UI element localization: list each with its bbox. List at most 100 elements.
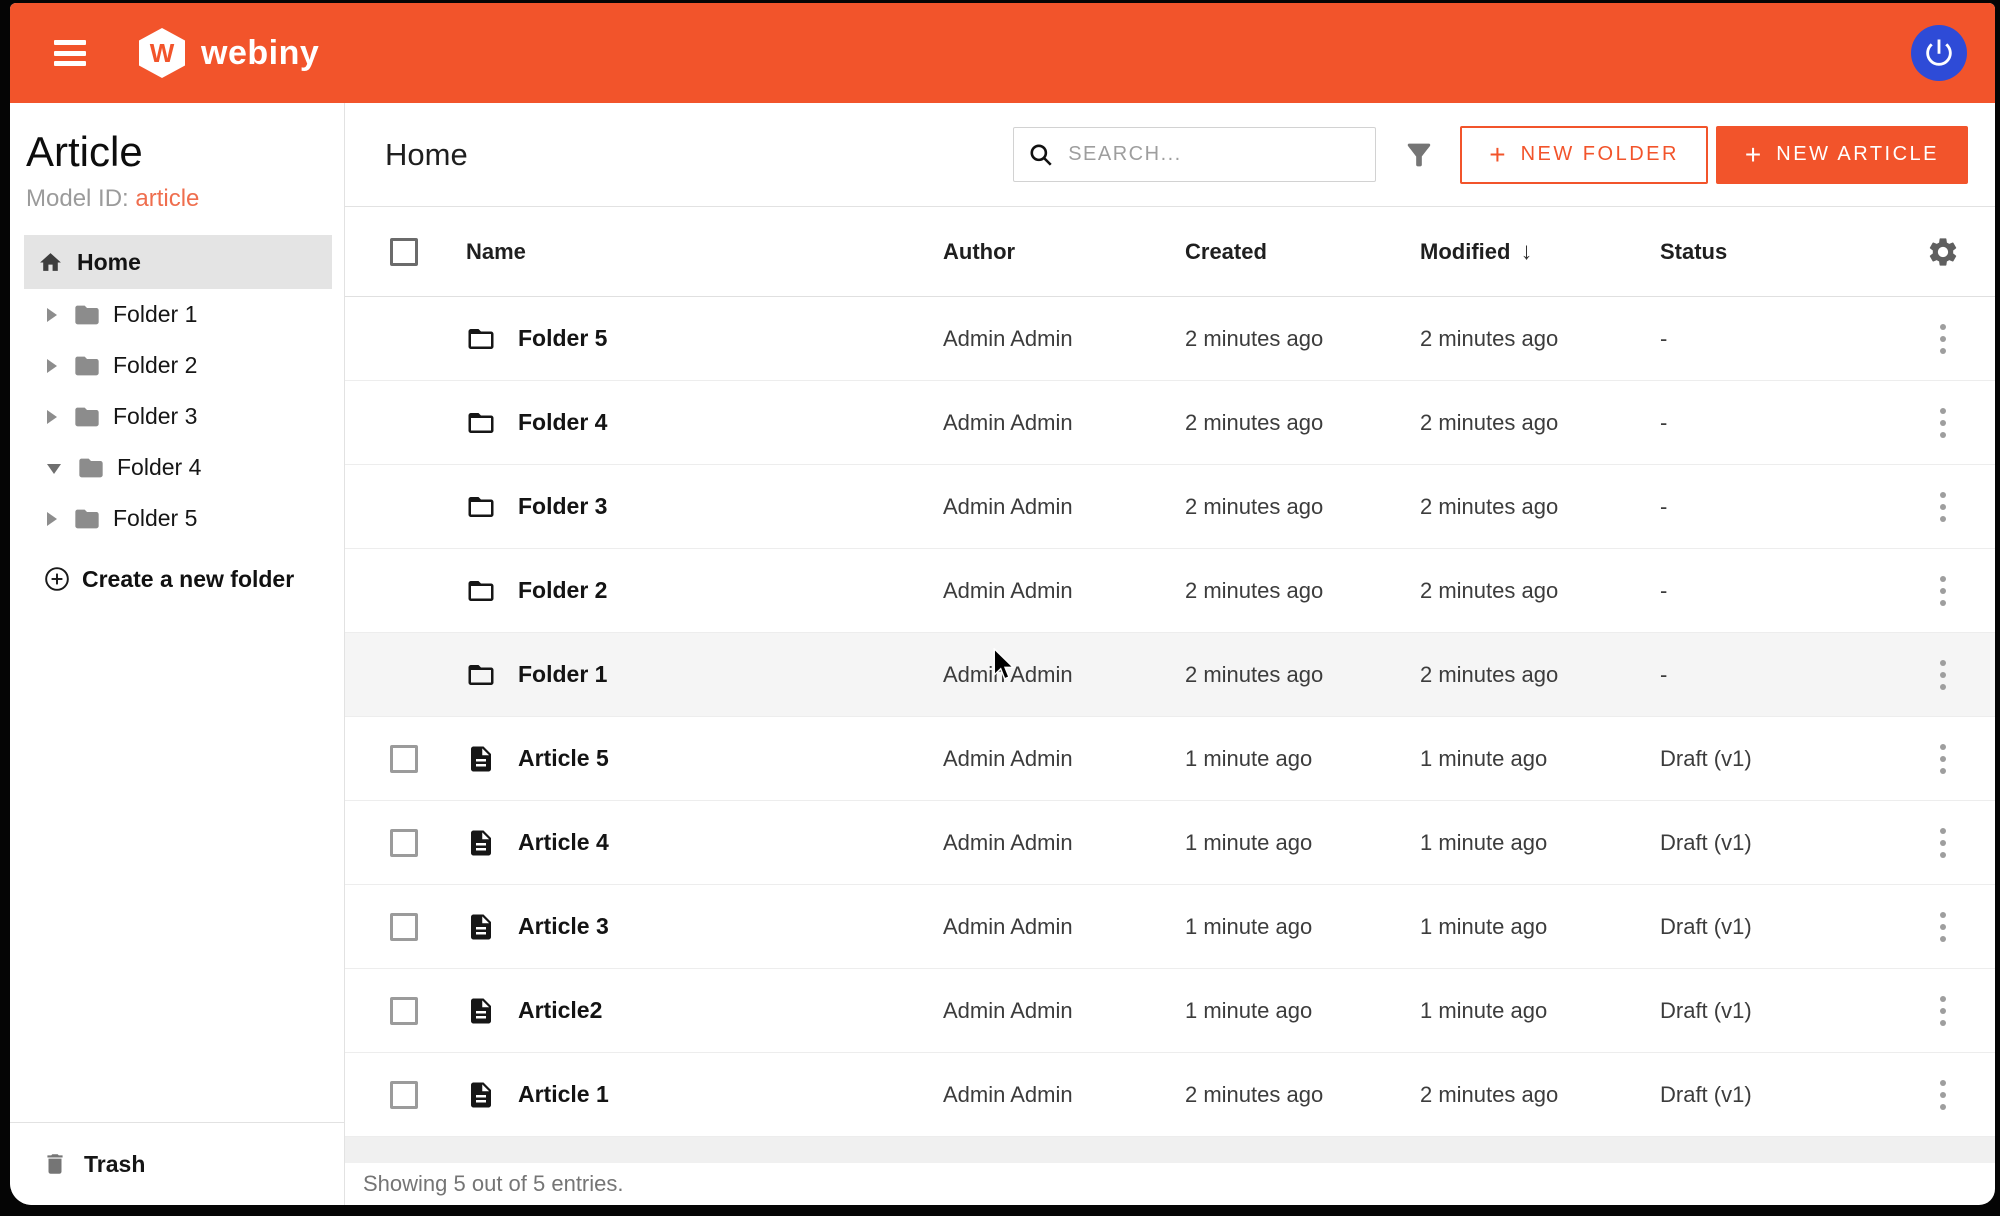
- webiny-logo: W webiny: [139, 28, 319, 78]
- document-icon: [466, 828, 496, 858]
- filter-button[interactable]: [1402, 138, 1436, 172]
- row-actions-button[interactable]: [1934, 738, 1952, 780]
- trash-button[interactable]: Trash: [10, 1122, 344, 1205]
- row-modified: 2 minutes ago: [1420, 494, 1660, 520]
- row-checkbox[interactable]: [390, 1081, 418, 1109]
- row-checkbox[interactable]: [390, 997, 418, 1025]
- plus-icon: +: [1489, 139, 1505, 171]
- row-checkbox[interactable]: [390, 913, 418, 941]
- chevron-right-icon[interactable]: [47, 512, 57, 526]
- row-modified: 2 minutes ago: [1420, 662, 1660, 688]
- folder-icon: [73, 352, 101, 380]
- row-modified: 1 minute ago: [1420, 998, 1660, 1024]
- chevron-right-icon[interactable]: [47, 308, 57, 322]
- row-name: Folder 5: [518, 325, 607, 352]
- column-header-created[interactable]: Created: [1185, 239, 1420, 265]
- table-row-folder-1[interactable]: Folder 5Admin Admin2 minutes ago2 minute…: [345, 297, 1995, 381]
- row-name: Folder 2: [518, 577, 607, 604]
- sidebar-item-folder-3[interactable]: Folder 3: [10, 391, 344, 442]
- row-created: 2 minutes ago: [1185, 494, 1420, 520]
- kebab-menu-icon: [1934, 1074, 1952, 1116]
- webiny-hexagon-icon: W: [139, 28, 185, 78]
- folder-icon: [73, 403, 101, 431]
- sidebar-item-label: Folder 4: [117, 454, 201, 481]
- select-all-checkbox[interactable]: [390, 238, 418, 266]
- hamburger-menu-icon[interactable]: [54, 40, 86, 66]
- kebab-menu-icon: [1934, 318, 1952, 360]
- row-modified: 1 minute ago: [1420, 830, 1660, 856]
- table-row-folder-5[interactable]: Folder 1Admin Admin2 minutes ago2 minute…: [345, 633, 1995, 717]
- search-input[interactable]: [1068, 143, 1361, 166]
- row-created: 2 minutes ago: [1185, 410, 1420, 436]
- row-actions-button[interactable]: [1934, 570, 1952, 612]
- page-title: Home: [385, 137, 468, 173]
- row-actions-button[interactable]: [1934, 1074, 1952, 1116]
- user-avatar[interactable]: [1911, 25, 1967, 81]
- row-author: Admin Admin: [943, 662, 1185, 688]
- row-author: Admin Admin: [943, 410, 1185, 436]
- kebab-menu-icon: [1934, 402, 1952, 444]
- table-row-article-7[interactable]: Article 4Admin Admin1 minute ago1 minute…: [345, 801, 1995, 885]
- row-name: Article2: [518, 997, 602, 1024]
- row-actions-button[interactable]: [1934, 402, 1952, 444]
- row-author: Admin Admin: [943, 998, 1185, 1024]
- footer-strip: [345, 1137, 1995, 1163]
- table-row-article-10[interactable]: Article 1Admin Admin2 minutes ago2 minut…: [345, 1053, 1995, 1137]
- model-id-value: article: [135, 185, 199, 212]
- row-actions-button[interactable]: [1934, 486, 1952, 528]
- document-icon: [466, 744, 496, 774]
- sidebar-item-folder-5[interactable]: Folder 5: [10, 493, 344, 544]
- row-actions-button[interactable]: [1934, 318, 1952, 360]
- column-header-modified[interactable]: Modified ↓: [1420, 238, 1660, 266]
- row-created: 2 minutes ago: [1185, 662, 1420, 688]
- logo-letter: W: [139, 28, 185, 78]
- row-checkbox[interactable]: [390, 829, 418, 857]
- kebab-menu-icon: [1934, 654, 1952, 696]
- table-row-folder-2[interactable]: Folder 4Admin Admin2 minutes ago2 minute…: [345, 381, 1995, 465]
- row-author: Admin Admin: [943, 830, 1185, 856]
- row-actions-button[interactable]: [1934, 906, 1952, 948]
- row-status: -: [1660, 410, 1910, 436]
- table-settings-button[interactable]: [1926, 235, 1960, 269]
- row-checkbox[interactable]: [390, 745, 418, 773]
- kebab-menu-icon: [1934, 906, 1952, 948]
- sidebar-item-home[interactable]: Home: [24, 235, 332, 289]
- trash-icon: [42, 1151, 68, 1177]
- power-icon: [1922, 36, 1956, 70]
- table-row-article-9[interactable]: Article2Admin Admin1 minute ago1 minute …: [345, 969, 1995, 1053]
- table-row-folder-3[interactable]: Folder 3Admin Admin2 minutes ago2 minute…: [345, 465, 1995, 549]
- sort-descending-icon[interactable]: ↓: [1520, 238, 1532, 266]
- filter-icon: [1402, 138, 1436, 172]
- row-actions-button[interactable]: [1934, 990, 1952, 1032]
- new-article-button[interactable]: + NEW ARTICLE: [1716, 126, 1968, 184]
- sidebar-item-folder-2[interactable]: Folder 2: [10, 340, 344, 391]
- folder-tree: Home Folder 1 Folder 2: [10, 235, 344, 601]
- row-actions-button[interactable]: [1934, 822, 1952, 864]
- sidebar-item-folder-4[interactable]: Folder 4: [10, 442, 344, 493]
- column-header-status[interactable]: Status: [1660, 239, 1910, 265]
- table-row-article-8[interactable]: Article 3Admin Admin1 minute ago1 minute…: [345, 885, 1995, 969]
- row-name: Article 1: [518, 1081, 609, 1108]
- chevron-down-icon[interactable]: [47, 464, 61, 474]
- table-row-article-6[interactable]: Article 5Admin Admin1 minute ago1 minute…: [345, 717, 1995, 801]
- column-header-name[interactable]: Name: [418, 239, 943, 265]
- chevron-right-icon[interactable]: [47, 410, 57, 424]
- row-actions-button[interactable]: [1934, 654, 1952, 696]
- chevron-right-icon[interactable]: [47, 359, 57, 373]
- column-header-author[interactable]: Author: [943, 239, 1185, 265]
- sidebar-item-label: Home: [77, 249, 141, 276]
- sidebar-item-folder-1[interactable]: Folder 1: [10, 289, 344, 340]
- new-folder-button[interactable]: + NEW FOLDER: [1460, 126, 1708, 184]
- kebab-menu-icon: [1934, 822, 1952, 864]
- table-row-folder-4[interactable]: Folder 2Admin Admin2 minutes ago2 minute…: [345, 549, 1995, 633]
- row-status: -: [1660, 662, 1910, 688]
- row-created: 2 minutes ago: [1185, 1082, 1420, 1108]
- create-folder-button[interactable]: Create a new folder: [10, 557, 344, 601]
- row-status: -: [1660, 494, 1910, 520]
- folder-icon: [466, 492, 496, 522]
- row-status: Draft (v1): [1660, 914, 1910, 940]
- entries-summary: Showing 5 out of 5 entries.: [363, 1171, 624, 1197]
- row-name: Folder 4: [518, 409, 607, 436]
- row-author: Admin Admin: [943, 494, 1185, 520]
- model-id-label: Model ID:: [26, 185, 129, 212]
